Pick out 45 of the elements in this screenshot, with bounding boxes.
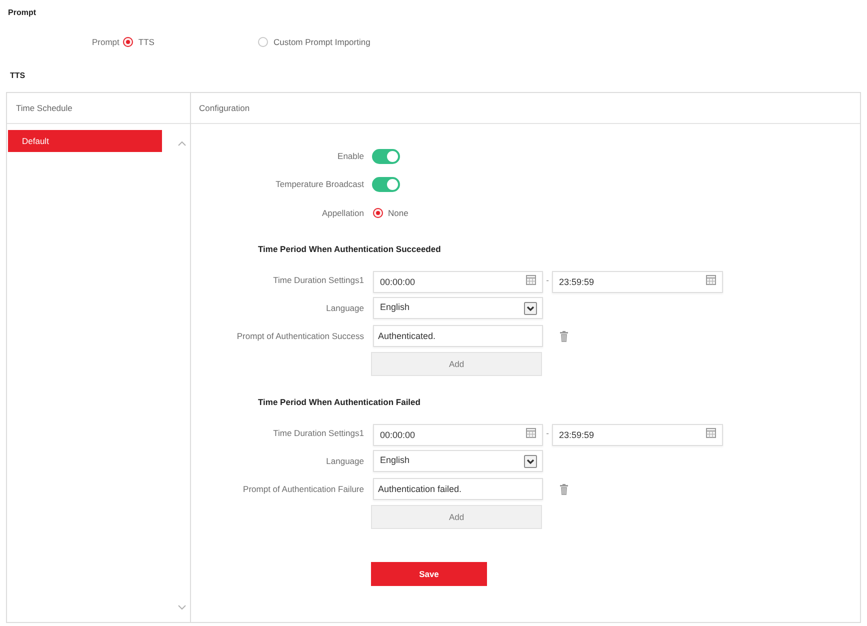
radio-option[interactable]: Custom Prompt Importing <box>258 37 370 47</box>
calendar-icon[interactable] <box>526 275 536 285</box>
field-label: Temperature Broadcast <box>276 179 364 189</box>
add-button[interactable]: Add <box>371 505 542 529</box>
field-label: Appellation <box>322 208 364 218</box>
field-label: Enable <box>338 151 364 161</box>
field-label: Language <box>326 456 364 466</box>
radio-option[interactable]: None <box>373 208 408 218</box>
end-time-field[interactable]: 23:59:59 <box>552 271 723 293</box>
scroll-up-icon[interactable] <box>178 141 186 146</box>
add-button[interactable]: Add <box>371 352 542 376</box>
section-title: TTS <box>10 71 26 81</box>
trash-icon[interactable] <box>560 330 568 342</box>
toggle-switch[interactable] <box>372 176 400 192</box>
field-label: Prompt of Authentication Success <box>236 331 364 341</box>
chevron-down-icon <box>524 454 537 468</box>
schedule-item[interactable]: Default <box>8 130 162 152</box>
start-time-field[interactable]: 00:00:00 <box>373 271 543 293</box>
section-title: Prompt <box>8 8 36 18</box>
prompt-text-field[interactable]: Authenticated. <box>373 325 543 347</box>
start-time-field[interactable]: 00:00:00 <box>373 424 543 446</box>
prompt-text-field[interactable]: Authentication failed. <box>373 478 543 500</box>
section-heading: Time Period When Authentication Succeeded <box>258 244 441 254</box>
calendar-icon[interactable] <box>526 428 536 438</box>
end-time-field[interactable]: 23:59:59 <box>552 424 723 446</box>
language-select[interactable]: English <box>373 297 543 319</box>
chevron-down-icon <box>524 302 537 314</box>
toggle-switch[interactable] <box>372 148 400 164</box>
field-label: Prompt <box>92 37 120 47</box>
column-header: Configuration <box>199 102 250 114</box>
section-heading: Time Period When Authentication Failed <box>258 397 420 407</box>
range-separator: - <box>545 426 550 440</box>
language-select[interactable]: English <box>373 450 543 472</box>
trash-icon[interactable] <box>560 484 568 494</box>
field-label: Language <box>326 303 364 313</box>
calendar-icon[interactable] <box>706 275 716 285</box>
field-label: Prompt of Authentication Failure <box>243 484 364 494</box>
radio-option[interactable]: TTS <box>123 37 154 47</box>
save-button[interactable]: Save <box>371 562 487 586</box>
range-separator: - <box>545 274 550 286</box>
scroll-down-icon[interactable] <box>178 605 186 610</box>
calendar-icon[interactable] <box>706 428 716 438</box>
field-label: Time Duration Settings1 <box>273 428 364 438</box>
field-label: Time Duration Settings1 <box>273 275 364 285</box>
column-header: Time Schedule <box>16 102 72 114</box>
